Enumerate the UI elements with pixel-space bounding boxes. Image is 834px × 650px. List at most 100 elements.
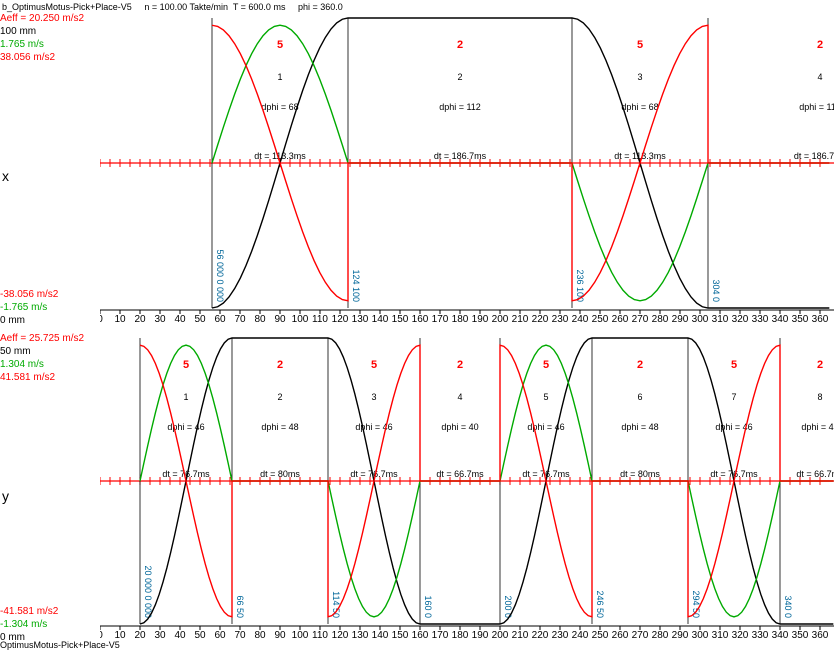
svg-text:200 0: 200 0 <box>503 595 513 618</box>
svg-text:5: 5 <box>543 359 549 371</box>
svg-text:90: 90 <box>274 314 286 325</box>
svg-text:6: 6 <box>637 392 642 402</box>
side-bot-upper: Aeff = 25.725 m/s2 50 mm 1.304 m/s 41.58… <box>0 332 95 384</box>
svg-text:270: 270 <box>632 314 649 325</box>
side-bot-lower: -41.581 m/s2 -1.304 m/s 0 mm <box>0 605 95 644</box>
header-T: T = 600.0 ms <box>233 2 286 12</box>
svg-text:90: 90 <box>274 630 286 641</box>
svg-text:340: 340 <box>772 314 789 325</box>
svg-text:5: 5 <box>731 359 737 371</box>
svg-text:80: 80 <box>254 630 266 641</box>
svg-text:294 50: 294 50 <box>691 590 701 618</box>
svg-text:3: 3 <box>637 72 642 82</box>
svg-text:310: 310 <box>712 314 729 325</box>
svg-text:170: 170 <box>432 630 449 641</box>
svg-text:dt = 113.3ms: dt = 113.3ms <box>614 151 666 161</box>
svg-text:dphi = 40: dphi = 40 <box>801 422 834 432</box>
svg-text:dphi = 112: dphi = 112 <box>799 102 834 112</box>
svg-text:40: 40 <box>174 314 186 325</box>
svg-text:3: 3 <box>371 392 376 402</box>
svg-text:80: 80 <box>254 314 266 325</box>
svg-text:290: 290 <box>672 314 689 325</box>
svg-text:330: 330 <box>752 314 769 325</box>
svg-text:2: 2 <box>637 359 643 371</box>
svg-text:60: 60 <box>214 314 226 325</box>
svg-text:304 0: 304 0 <box>711 279 721 302</box>
side-top-lower: -38.056 m/s2 -1.765 m/s 0 mm <box>0 288 95 327</box>
svg-text:10: 10 <box>114 630 126 641</box>
svg-text:250: 250 <box>592 314 609 325</box>
svg-text:200: 200 <box>492 314 509 325</box>
svg-text:250: 250 <box>592 630 609 641</box>
svg-text:180: 180 <box>452 630 469 641</box>
svg-text:2: 2 <box>457 72 462 82</box>
svg-text:dt = 186.7ms: dt = 186.7ms <box>794 151 834 161</box>
svg-text:110: 110 <box>312 314 328 325</box>
svg-text:330: 330 <box>752 630 769 641</box>
svg-text:10: 10 <box>114 314 126 325</box>
vel-x-max: 1.765 m/s <box>0 38 95 51</box>
header-phi: phi = 360.0 <box>298 2 343 12</box>
svg-text:150: 150 <box>392 630 409 641</box>
aeff-x: Aeff = 20.250 m/s2 <box>0 12 95 25</box>
vel-x-min: -1.765 m/s <box>0 301 95 314</box>
axis-label-y: y <box>2 488 9 504</box>
svg-text:110: 110 <box>312 630 328 641</box>
svg-text:114 50: 114 50 <box>331 591 341 618</box>
svg-text:20 000 0 000: 20 000 0 000 <box>143 565 153 618</box>
svg-text:40: 40 <box>174 630 186 641</box>
svg-text:20: 20 <box>134 314 146 325</box>
svg-text:dphi = 112: dphi = 112 <box>439 102 481 112</box>
svg-text:7: 7 <box>731 392 736 402</box>
svg-text:0: 0 <box>100 630 103 641</box>
chart-y: 0510152025303540455001020304050607080901… <box>100 332 834 647</box>
svg-text:190: 190 <box>472 630 489 641</box>
disp-y-max: 50 mm <box>0 345 95 358</box>
svg-text:300: 300 <box>692 314 709 325</box>
svg-text:160: 160 <box>412 630 429 641</box>
side-top-upper: Aeff = 20.250 m/s2 100 mm 1.765 m/s 38.0… <box>0 12 95 64</box>
svg-text:210: 210 <box>512 630 529 641</box>
svg-text:5: 5 <box>277 39 283 51</box>
svg-text:56 000 0 000: 56 000 0 000 <box>215 249 225 302</box>
acc-y-max: 41.581 m/s2 <box>0 371 95 384</box>
svg-text:340: 340 <box>772 630 789 641</box>
svg-text:124 100: 124 100 <box>351 269 361 302</box>
svg-text:350: 350 <box>792 314 809 325</box>
acc-x-min: -38.056 m/s2 <box>0 288 95 301</box>
svg-text:2: 2 <box>817 359 823 371</box>
svg-text:270: 270 <box>632 630 649 641</box>
svg-text:320: 320 <box>732 630 749 641</box>
svg-text:300: 300 <box>692 630 709 641</box>
svg-text:230: 230 <box>552 314 569 325</box>
svg-text:130: 130 <box>352 314 369 325</box>
svg-text:dphi = 48: dphi = 48 <box>261 422 298 432</box>
svg-text:5: 5 <box>371 359 377 371</box>
svg-text:160 0: 160 0 <box>423 595 433 618</box>
svg-text:210: 210 <box>512 314 529 325</box>
svg-text:120: 120 <box>332 314 349 325</box>
aeff-y: Aeff = 25.725 m/s2 <box>0 332 95 345</box>
svg-text:dt = 113.3ms: dt = 113.3ms <box>254 151 306 161</box>
svg-text:190: 190 <box>472 314 489 325</box>
svg-text:dphi = 48: dphi = 48 <box>621 422 658 432</box>
svg-text:130: 130 <box>352 630 369 641</box>
svg-text:260: 260 <box>612 314 629 325</box>
svg-text:dphi = 40: dphi = 40 <box>441 422 478 432</box>
svg-text:220: 220 <box>532 314 549 325</box>
acc-y-min: -41.581 m/s2 <box>0 605 95 618</box>
svg-text:240: 240 <box>572 630 589 641</box>
svg-text:dphi = 68: dphi = 68 <box>621 102 658 112</box>
svg-text:180: 180 <box>452 314 469 325</box>
header-n: n = 100.00 Takte/min <box>144 2 228 12</box>
svg-text:66 50: 66 50 <box>235 595 245 618</box>
svg-text:140: 140 <box>372 314 389 325</box>
vel-y-min: -1.304 m/s <box>0 618 95 631</box>
svg-text:60: 60 <box>214 630 226 641</box>
svg-text:290: 290 <box>672 630 689 641</box>
svg-text:70: 70 <box>234 314 246 325</box>
svg-text:30: 30 <box>154 630 166 641</box>
svg-text:320: 320 <box>732 314 749 325</box>
disp-x-min: 0 mm <box>0 314 95 327</box>
svg-text:2: 2 <box>277 392 282 402</box>
